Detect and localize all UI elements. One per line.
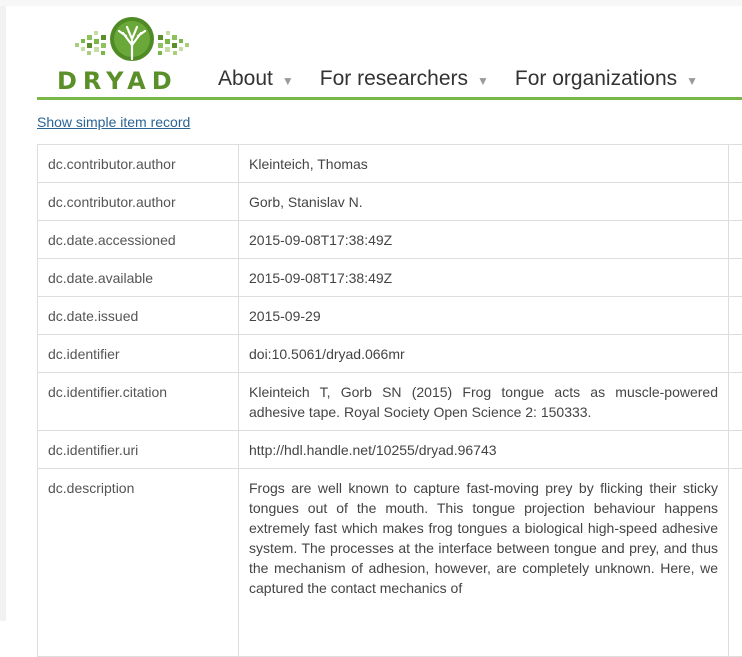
language-cell (729, 221, 742, 259)
table-row: dc.date.available 2015-09-08T17:38:49Z (38, 259, 742, 297)
field-key: dc.identifier (38, 335, 239, 373)
field-key: dc.contributor.author (38, 183, 239, 221)
chevron-down-icon: ▼ (686, 74, 698, 88)
nav-about-label: About (218, 67, 273, 91)
language-cell (729, 259, 742, 297)
metadata-table: dc.contributor.author Kleinteich, Thomas… (37, 144, 742, 657)
field-key: dc.contributor.author (38, 145, 239, 183)
field-key: dc.date.issued (38, 297, 239, 335)
field-value: doi:10.5061/dryad.066mr (239, 335, 729, 373)
chevron-down-icon: ▼ (282, 74, 294, 88)
field-value: 2015-09-08T17:38:49Z (239, 221, 729, 259)
nav-for-researchers-label: For researchers (320, 67, 468, 91)
language-cell (729, 469, 742, 657)
field-value: http://hdl.handle.net/10255/dryad.96743 (239, 431, 729, 469)
nav-for-organizations[interactable]: For organizations ▼ (515, 67, 698, 91)
table-row: dc.contributor.author Kleinteich, Thomas (38, 145, 742, 183)
field-value: 2015-09-08T17:38:49Z (239, 259, 729, 297)
field-value: Frogs are well known to capture fast-mov… (239, 469, 729, 657)
field-value: 2015-09-29 (239, 297, 729, 335)
field-value: Gorb, Stanislav N. (239, 183, 729, 221)
language-cell (729, 145, 742, 183)
language-cell (729, 431, 742, 469)
nav-for-researchers[interactable]: For researchers ▼ (320, 67, 489, 91)
header-divider (37, 97, 742, 100)
main-nav: About ▼ For researchers ▼ For organizati… (218, 67, 724, 91)
language-cell (729, 373, 742, 431)
dryad-tree-icon (57, 9, 207, 69)
language-cell (729, 183, 742, 221)
table-row: dc.date.accessioned 2015-09-08T17:38:49Z (38, 221, 742, 259)
page-edge-left (0, 0, 6, 621)
table-row: dc.contributor.author Gorb, Stanislav N. (38, 183, 742, 221)
table-row: dc.identifier.citation Kleinteich T, Gor… (38, 373, 742, 431)
table-row: dc.identifier doi:10.5061/dryad.066mr (38, 335, 742, 373)
table-row: dc.identifier.uri http://hdl.handle.net/… (38, 431, 742, 469)
logo-wordmark: DRYAD (57, 67, 207, 95)
field-key: dc.identifier.uri (38, 431, 239, 469)
field-key: dc.identifier.citation (38, 373, 239, 431)
nav-about[interactable]: About ▼ (218, 67, 294, 91)
field-value: Kleinteich T, Gorb SN (2015) Frog tongue… (239, 373, 729, 431)
chevron-down-icon: ▼ (477, 74, 489, 88)
table-row: dc.description Frogs are well known to c… (38, 469, 742, 657)
nav-for-organizations-label: For organizations (515, 67, 677, 91)
table-row: dc.date.issued 2015-09-29 (38, 297, 742, 335)
field-key: dc.date.accessioned (38, 221, 239, 259)
field-key: dc.description (38, 469, 239, 657)
language-cell (729, 335, 742, 373)
language-cell (729, 297, 742, 335)
field-value: Kleinteich, Thomas (239, 145, 729, 183)
site-header: DRYAD About ▼ For researchers ▼ For orga… (37, 6, 742, 100)
field-key: dc.date.available (38, 259, 239, 297)
show-simple-record-link[interactable]: Show simple item record (37, 114, 190, 130)
